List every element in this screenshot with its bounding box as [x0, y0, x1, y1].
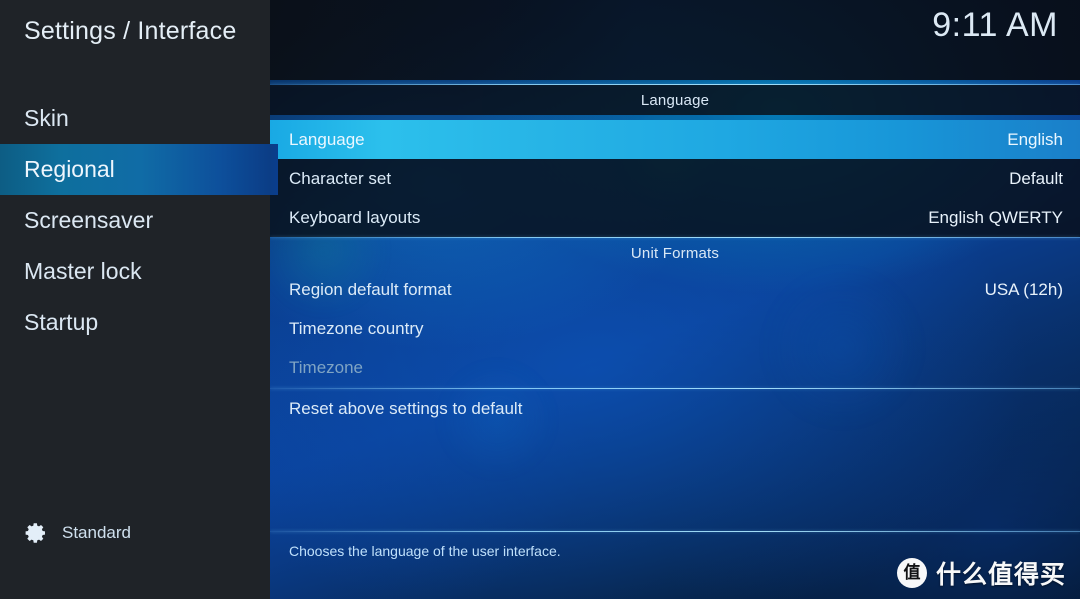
top-bar: Settings / Interface 9:11 AM	[0, 0, 1080, 80]
setting-row-character-set[interactable]: Character set Default	[270, 159, 1080, 198]
watermark-text: 什么值得买	[935, 560, 1066, 589]
setting-label: Character set	[289, 168, 392, 188]
setting-row-timezone: Timezone	[270, 348, 1080, 387]
setting-label: Timezone	[289, 357, 364, 377]
setting-value: USA (12h)	[984, 279, 1063, 299]
sidebar-item-label: Screensaver	[24, 207, 154, 233]
sidebar-item-screensaver[interactable]: Screensaver	[0, 195, 270, 246]
setting-row-keyboard-layouts[interactable]: Keyboard layouts English QWERTY	[270, 198, 1080, 237]
setting-row-region-default-format[interactable]: Region default format USA (12h)	[270, 270, 1080, 309]
setting-label: Reset above settings to default	[289, 398, 523, 418]
sidebar-item-master-lock[interactable]: Master lock	[0, 246, 270, 297]
clock: 9:11 AM	[932, 6, 1058, 44]
sidebar-item-skin[interactable]: Skin	[0, 93, 270, 144]
sidebar: Skin Regional Screensaver Master lock St…	[0, 80, 278, 599]
setting-value: English QWERTY	[928, 207, 1063, 227]
gear-icon	[24, 521, 48, 545]
settings-level-button[interactable]: Standard	[24, 521, 131, 545]
setting-value: English	[1007, 129, 1063, 149]
settings-level-label: Standard	[62, 523, 131, 542]
sidebar-item-startup[interactable]: Startup	[0, 297, 270, 348]
setting-label: Keyboard layouts	[289, 207, 421, 227]
setting-value: Default	[1009, 168, 1063, 188]
section-header-language: Language	[270, 85, 1080, 115]
setting-row-reset-to-default[interactable]: Reset above settings to default	[270, 389, 1080, 428]
setting-row-timezone-country[interactable]: Timezone country	[270, 309, 1080, 348]
help-description: Chooses the language of the user interfa…	[289, 543, 561, 559]
divider-help	[270, 531, 1080, 532]
sidebar-item-label: Regional	[24, 156, 115, 182]
setting-label: Timezone country	[289, 318, 424, 338]
kodi-settings-screen: Settings / Interface 9:11 AM Skin Region…	[0, 0, 1080, 599]
sidebar-item-label: Master lock	[24, 258, 142, 284]
section-header-unit-formats: Unit Formats	[630, 244, 720, 262]
settings-content-panel: Language Language English Character set …	[270, 80, 1080, 599]
setting-label: Language	[289, 129, 365, 149]
sidebar-item-label: Startup	[24, 309, 99, 335]
watermark-logo-icon: 值	[896, 558, 927, 588]
setting-label: Region default format	[289, 279, 452, 299]
setting-row-language[interactable]: Language English	[270, 120, 1080, 159]
sidebar-category-list: Skin Regional Screensaver Master lock St…	[0, 93, 278, 348]
sidebar-item-regional[interactable]: Regional	[0, 144, 278, 195]
page-title: Settings / Interface	[24, 17, 237, 45]
sidebar-item-label: Skin	[24, 105, 69, 131]
watermark: 值 什么值得买	[896, 555, 1066, 591]
